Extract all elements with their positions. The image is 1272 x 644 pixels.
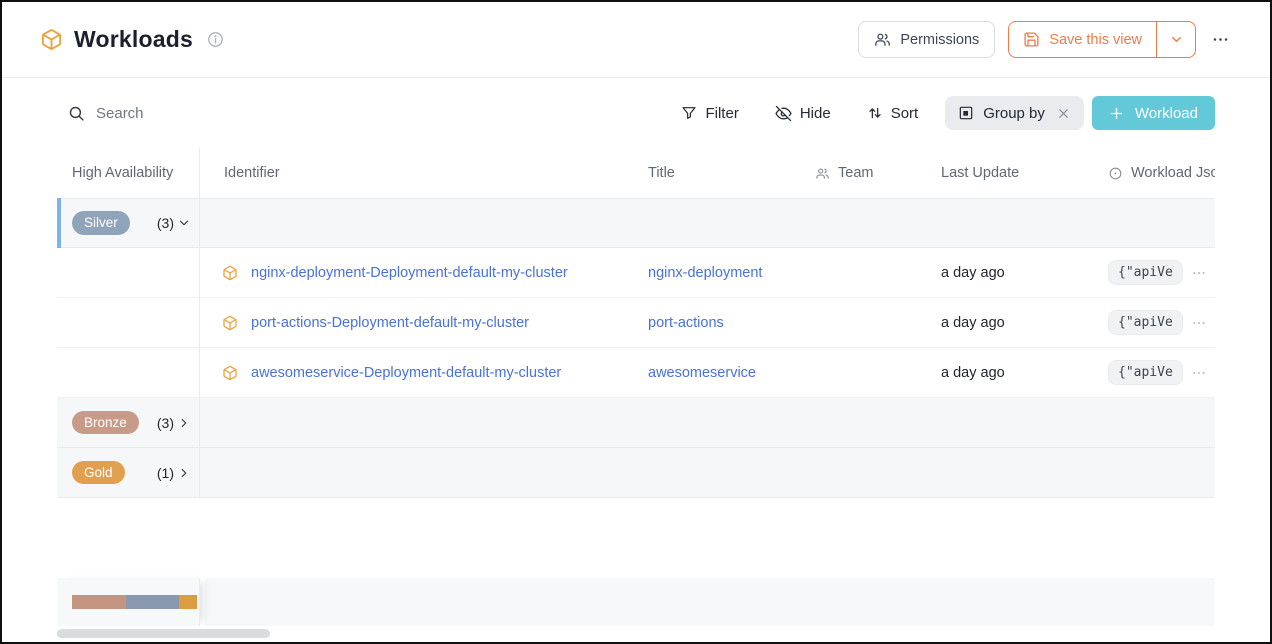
bar-segment-gold <box>179 595 197 609</box>
column-header-workload-json[interactable]: Workload Json <box>1095 165 1215 181</box>
filter-icon <box>681 105 697 121</box>
group-cell-silver: Silver (3) <box>57 199 200 247</box>
save-view-caret-button[interactable] <box>1156 22 1195 57</box>
users-icon <box>874 31 891 48</box>
identifier-link[interactable]: nginx-deployment-Deployment-default-my-c… <box>251 265 568 281</box>
team-icon <box>815 166 830 181</box>
table-toolbar: Filter Hide Sort <box>2 78 1270 148</box>
filter-button[interactable]: Filter <box>681 105 738 122</box>
workload-json-chip[interactable]: {"apiVe <box>1108 360 1183 385</box>
workload-cube-icon <box>222 365 238 381</box>
page-header: Workloads Permissions <box>2 2 1270 78</box>
sort-label: Sort <box>891 105 919 122</box>
chevron-down-icon <box>1169 32 1184 47</box>
bronze-count: (3) <box>157 415 174 431</box>
save-view-split-button: Save this view <box>1008 21 1196 58</box>
group-row-gold[interactable]: Gold (1) <box>57 448 1215 498</box>
hide-button[interactable]: Hide <box>775 105 831 122</box>
permissions-button[interactable]: Permissions <box>858 21 995 58</box>
column-header-identifier[interactable]: Identifier <box>200 165 640 181</box>
add-workload-label: Workload <box>1135 105 1198 122</box>
permissions-label: Permissions <box>900 32 979 48</box>
row-actions-icon[interactable] <box>1191 315 1207 331</box>
workload-json-chip[interactable]: {"apiVe <box>1108 310 1183 335</box>
add-workload-button[interactable]: Workload <box>1092 96 1215 130</box>
title-link[interactable]: port-actions <box>648 315 724 331</box>
column-header-last-update[interactable]: Last Update <box>930 165 1095 181</box>
last-update-value: a day ago <box>941 365 1005 381</box>
title-link[interactable]: awesomeservice <box>648 365 756 381</box>
header-actions: Permissions Save this view <box>858 21 1232 58</box>
group-by-icon <box>958 105 974 121</box>
bronze-pill: Bronze <box>72 411 139 435</box>
workloads-table: High Availability Identifier Title Team … <box>57 148 1215 498</box>
horizontal-scrollbar-thumb[interactable] <box>57 629 270 638</box>
group-distribution-cell <box>57 578 200 626</box>
hide-label: Hide <box>800 105 831 122</box>
plus-icon <box>1109 106 1124 121</box>
table-header-row: High Availability Identifier Title Team … <box>57 148 1215 198</box>
last-update-value: a day ago <box>941 265 1005 281</box>
toolbar-actions: Filter Hide Sort <box>645 96 1215 130</box>
group-cell-gold: Gold (1) <box>57 448 200 497</box>
collapse-group-icon[interactable] <box>177 216 191 230</box>
group-row-bronze[interactable]: Bronze (3) <box>57 398 1215 448</box>
save-view-button[interactable]: Save this view <box>1009 22 1156 57</box>
workload-cube-icon <box>222 265 238 281</box>
column-header-team[interactable]: Team <box>805 165 930 181</box>
bar-segment-silver <box>126 595 180 609</box>
group-row-silver[interactable]: Silver (3) <box>57 198 1215 248</box>
info-icon[interactable] <box>207 31 224 48</box>
table-row: nginx-deployment-Deployment-default-my-c… <box>57 248 1215 298</box>
gold-count: (1) <box>157 465 174 481</box>
workloads-cube-icon <box>40 28 63 51</box>
table-row: awesomeservice-Deployment-default-my-clu… <box>57 348 1215 398</box>
last-update-value: a day ago <box>941 315 1005 331</box>
table-row: port-actions-Deployment-default-my-clust… <box>57 298 1215 348</box>
title-wrap: Workloads <box>40 26 224 53</box>
bar-segment-bronze <box>72 595 126 609</box>
save-view-label: Save this view <box>1049 32 1142 48</box>
identifier-link[interactable]: port-actions-Deployment-default-my-clust… <box>251 315 529 331</box>
group-by-label: Group by <box>983 105 1045 122</box>
summary-row <box>57 578 1215 626</box>
page-title: Workloads <box>74 26 193 53</box>
group-distribution-bar[interactable] <box>72 595 197 609</box>
expand-group-icon[interactable] <box>177 466 191 480</box>
group-by-chip[interactable]: Group by <box>945 96 1084 130</box>
table-bottom-spacer <box>2 498 1270 578</box>
silver-pill: Silver <box>72 211 130 235</box>
search-icon <box>68 105 85 122</box>
group-by-clear-icon[interactable] <box>1056 106 1071 121</box>
row-actions-icon[interactable] <box>1191 265 1207 281</box>
summary-row-filler <box>205 578 1215 626</box>
expand-group-icon[interactable] <box>177 416 191 430</box>
column-header-title[interactable]: Title <box>640 165 805 181</box>
identifier-link[interactable]: awesomeservice-Deployment-default-my-clu… <box>251 365 561 381</box>
sort-button[interactable]: Sort <box>867 105 919 122</box>
sort-arrows-icon <box>867 105 883 121</box>
group-cell-bronze: Bronze (3) <box>57 398 200 447</box>
circle-dot-icon <box>1108 166 1123 181</box>
workloads-page: Workloads Permissions <box>0 0 1272 644</box>
row-actions-icon[interactable] <box>1191 365 1207 381</box>
silver-count: (3) <box>157 215 174 231</box>
filter-label: Filter <box>705 105 738 122</box>
eye-off-icon <box>775 105 792 122</box>
workload-json-chip[interactable]: {"apiVe <box>1108 260 1183 285</box>
silver-accent-bar <box>57 198 61 248</box>
gold-pill: Gold <box>72 461 125 485</box>
workload-cube-icon <box>222 315 238 331</box>
search-input[interactable] <box>96 105 316 122</box>
more-options-button[interactable] <box>1209 28 1232 51</box>
title-link[interactable]: nginx-deployment <box>648 265 762 281</box>
search-box[interactable] <box>68 105 316 122</box>
save-icon <box>1023 31 1040 48</box>
column-header-high-availability[interactable]: High Availability <box>57 148 200 198</box>
